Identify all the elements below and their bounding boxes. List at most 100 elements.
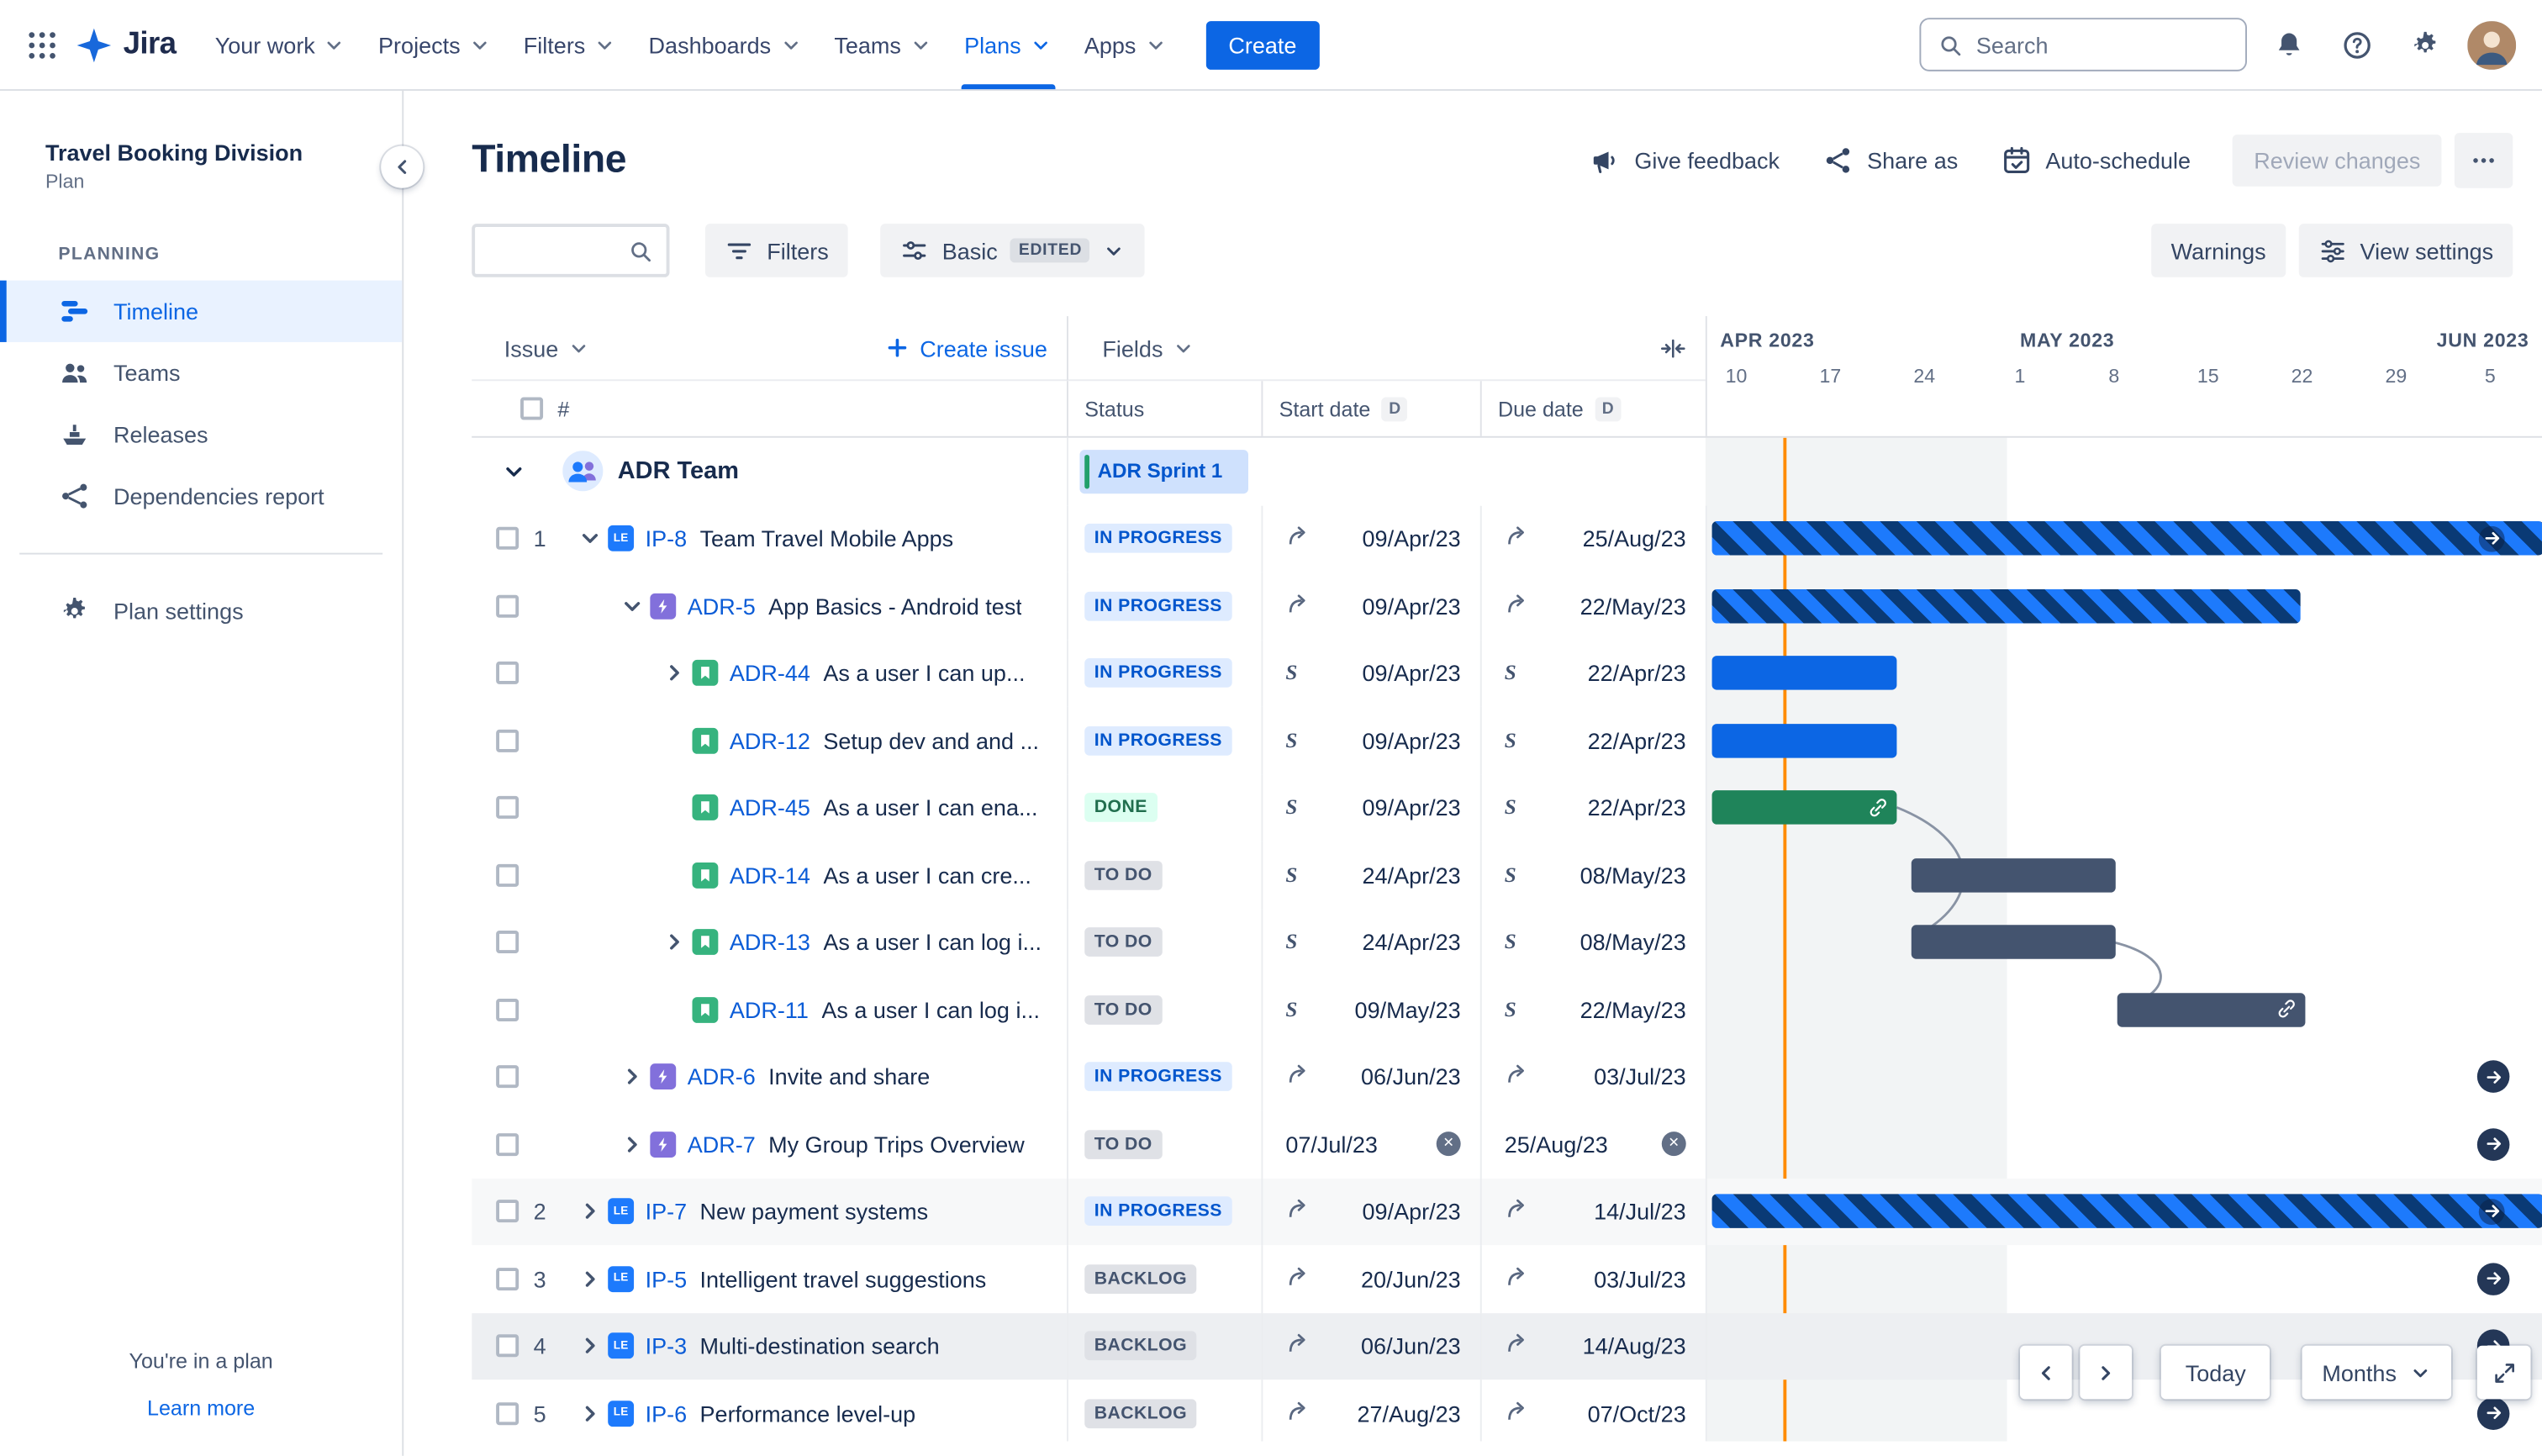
help-icon[interactable] bbox=[2331, 18, 2383, 71]
status-cell[interactable]: IN PROGRESS bbox=[1066, 639, 1261, 707]
gantt-bar[interactable] bbox=[1711, 790, 1897, 826]
chevron-down-icon[interactable] bbox=[499, 456, 529, 486]
status-cell[interactable]: BACKLOG bbox=[1066, 1245, 1261, 1313]
today-button[interactable]: Today bbox=[2160, 1345, 2270, 1400]
issue-summary[interactable]: App Basics - Android test bbox=[768, 593, 1022, 619]
issue-key[interactable]: IP-7 bbox=[646, 1199, 688, 1225]
global-search-input[interactable]: Search bbox=[1919, 18, 2247, 71]
scroll-to-bar-button[interactable] bbox=[2476, 1396, 2510, 1430]
auto-schedule-button[interactable]: Auto-schedule bbox=[1984, 133, 2207, 188]
start-date-cell[interactable]: S 09/Apr/23 bbox=[1261, 639, 1479, 707]
row-checkbox[interactable] bbox=[496, 527, 519, 551]
nav-projects[interactable]: Projects bbox=[362, 0, 508, 89]
start-date-cell[interactable]: 27/Aug/23 bbox=[1261, 1380, 1479, 1442]
start-date-cell[interactable]: 06/Jun/23 bbox=[1261, 1043, 1479, 1111]
row-checkbox[interactable] bbox=[496, 662, 519, 685]
start-date-cell[interactable]: 20/Jun/23 bbox=[1261, 1245, 1479, 1313]
issue-key[interactable]: ADR-5 bbox=[688, 593, 756, 619]
create-button[interactable]: Create bbox=[1205, 20, 1320, 69]
issue-key[interactable]: ADR-13 bbox=[730, 930, 810, 956]
start-date-cell[interactable]: S 09/Apr/23 bbox=[1261, 706, 1479, 774]
status-lozenge[interactable]: BACKLOG bbox=[1084, 1331, 1197, 1361]
due-date-cell[interactable]: 14/Aug/23 bbox=[1479, 1312, 1706, 1380]
scroll-to-bar-button[interactable] bbox=[2476, 1262, 2510, 1295]
due-date-cell[interactable]: S 08/May/23 bbox=[1479, 908, 1706, 976]
issue-key[interactable]: IP-6 bbox=[646, 1401, 688, 1427]
gantt-bar[interactable] bbox=[1711, 588, 2301, 624]
status-cell[interactable]: IN PROGRESS bbox=[1066, 572, 1261, 640]
issue-column-header[interactable]: Issue Create issue bbox=[472, 316, 1067, 382]
status-cell[interactable]: BACKLOG bbox=[1066, 1380, 1261, 1442]
due-date-cell[interactable]: S 08/May/23 bbox=[1479, 841, 1706, 909]
row-checkbox[interactable] bbox=[496, 729, 519, 752]
issue-summary[interactable]: As a user I can up... bbox=[823, 660, 1025, 686]
give-feedback-button[interactable]: Give feedback bbox=[1573, 133, 1796, 188]
chevron-down-icon[interactable] bbox=[576, 524, 605, 553]
nav-your-work[interactable]: Your work bbox=[198, 0, 361, 89]
chevron-right-icon[interactable] bbox=[576, 1399, 605, 1428]
start-date-cell[interactable]: 09/Apr/23 bbox=[1261, 504, 1479, 572]
due-date-cell[interactable]: S 22/Apr/23 bbox=[1479, 639, 1706, 707]
issue-key[interactable]: ADR-7 bbox=[688, 1132, 756, 1158]
row-checkbox[interactable] bbox=[496, 796, 519, 820]
status-lozenge[interactable]: BACKLOG bbox=[1084, 1263, 1197, 1294]
status-lozenge[interactable]: TO DO bbox=[1084, 860, 1163, 890]
chevron-right-icon[interactable] bbox=[660, 928, 689, 957]
fullscreen-button[interactable] bbox=[2477, 1345, 2532, 1400]
issue-key[interactable]: ADR-44 bbox=[730, 660, 810, 686]
status-lozenge[interactable]: TO DO bbox=[1084, 927, 1163, 957]
chevron-right-icon[interactable] bbox=[576, 1332, 605, 1361]
chevron-right-icon[interactable] bbox=[576, 1197, 605, 1227]
issue-summary[interactable]: New payment systems bbox=[700, 1199, 929, 1225]
learn-more-link[interactable]: Learn more bbox=[0, 1395, 402, 1420]
gantt-bar[interactable] bbox=[1911, 857, 2116, 893]
issue-summary[interactable]: My Group Trips Overview bbox=[768, 1132, 1025, 1158]
chevron-down-icon[interactable] bbox=[618, 591, 647, 620]
status-cell[interactable]: TO DO bbox=[1066, 841, 1261, 909]
sidebar-item-releases[interactable]: Releases bbox=[0, 404, 402, 465]
status-lozenge[interactable]: IN PROGRESS bbox=[1084, 1196, 1232, 1227]
select-all-checkbox[interactable] bbox=[520, 397, 544, 420]
due-date-cell[interactable]: S 22/Apr/23 bbox=[1479, 706, 1706, 774]
chevron-right-icon[interactable] bbox=[576, 1264, 605, 1294]
view-settings-button[interactable]: View settings bbox=[2298, 224, 2513, 277]
chevron-right-icon[interactable] bbox=[660, 658, 689, 688]
start-date-cell[interactable]: S 09/Apr/23 bbox=[1261, 773, 1479, 841]
nav-plans[interactable]: Plans bbox=[948, 0, 1068, 90]
filters-button[interactable]: Filters bbox=[704, 224, 848, 277]
gantt-bar[interactable] bbox=[1711, 521, 2542, 557]
row-checkbox[interactable] bbox=[496, 998, 519, 1021]
start-date-cell[interactable]: 09/Apr/23 bbox=[1261, 1178, 1479, 1246]
status-cell[interactable]: TO DO bbox=[1066, 975, 1261, 1044]
issue-key[interactable]: IP-8 bbox=[646, 525, 688, 551]
issue-summary[interactable]: As a user I can cre... bbox=[823, 863, 1031, 889]
user-avatar[interactable] bbox=[2467, 20, 2517, 69]
issue-summary[interactable]: Intelligent travel suggestions bbox=[700, 1266, 987, 1292]
timeline-search-input[interactable] bbox=[472, 224, 670, 277]
nav-filters[interactable]: Filters bbox=[508, 0, 633, 89]
status-lozenge[interactable]: TO DO bbox=[1084, 994, 1163, 1025]
chevron-right-icon[interactable] bbox=[618, 1130, 647, 1159]
gantt-bar[interactable] bbox=[1711, 656, 1897, 691]
review-changes-button[interactable]: Review changes bbox=[2233, 135, 2442, 187]
start-date-cell[interactable]: 07/Jul/23 × bbox=[1261, 1110, 1479, 1179]
nav-teams[interactable]: Teams bbox=[818, 0, 948, 89]
pan-right-button[interactable] bbox=[2080, 1345, 2133, 1400]
collapse-columns-icon[interactable] bbox=[1659, 333, 1688, 362]
status-lozenge[interactable]: IN PROGRESS bbox=[1084, 1062, 1232, 1092]
status-lozenge[interactable]: IN PROGRESS bbox=[1084, 725, 1232, 756]
issue-key[interactable]: ADR-11 bbox=[730, 997, 809, 1023]
issue-summary[interactable]: As a user I can ena... bbox=[823, 794, 1037, 820]
jira-logo[interactable]: Jira bbox=[75, 25, 177, 64]
app-switcher-icon[interactable] bbox=[16, 18, 68, 71]
sidebar-item-teams[interactable]: Teams bbox=[0, 342, 402, 404]
gantt-bar[interactable] bbox=[1711, 1194, 2542, 1229]
status-cell[interactable]: IN PROGRESS bbox=[1066, 1043, 1261, 1111]
issue-key[interactable]: ADR-45 bbox=[730, 794, 810, 820]
status-cell[interactable]: TO DO bbox=[1066, 1110, 1261, 1179]
gantt-bar[interactable] bbox=[1711, 723, 1897, 758]
status-lozenge[interactable]: IN PROGRESS bbox=[1084, 591, 1232, 621]
issue-summary[interactable]: Performance level-up bbox=[700, 1401, 916, 1427]
zoom-level-button[interactable]: Months bbox=[2302, 1345, 2452, 1400]
sidebar-item-plan-settings[interactable]: Plan settings bbox=[0, 580, 402, 641]
